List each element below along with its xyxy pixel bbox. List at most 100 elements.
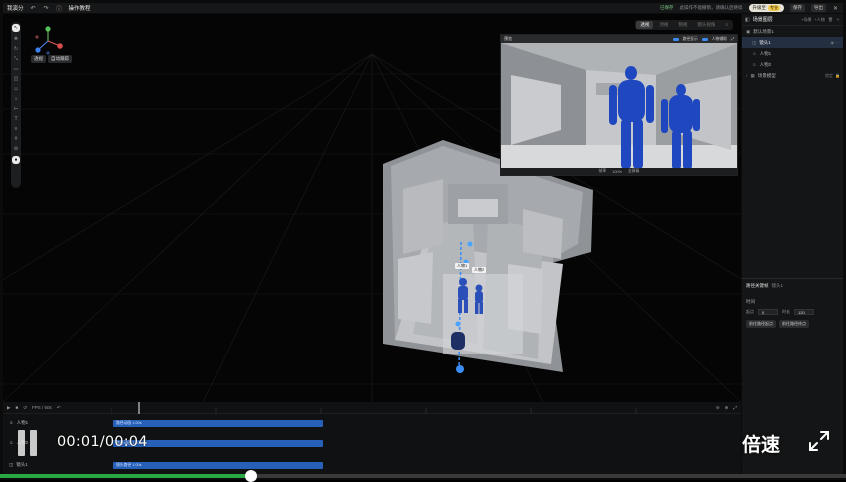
view-mode-switch: 透视 顶视 侧视 镜头视角 ≡ — [635, 20, 733, 30]
move-tool-icon[interactable]: ✥ — [13, 36, 19, 42]
chevron-right-icon[interactable]: › — [746, 73, 748, 78]
playback-speed-button[interactable]: 倍速 — [742, 430, 780, 457]
fps-label[interactable]: FPS / 60s — [32, 405, 52, 410]
autosave-status: 已保存 — [660, 5, 674, 10]
visibility-icon[interactable]: ◉ — [831, 40, 835, 45]
top-bar: 我演分 ↶ ↷ ⓘ 操作教程 已保存 此操作不能撤销，请确认后继续 升级至 专业… — [3, 3, 843, 13]
grid-tool-icon[interactable]: # — [13, 136, 19, 142]
tree-item-label: 人物1 — [759, 50, 772, 56]
tree-item-scene-model[interactable]: › ▦ 场景模型 锁定 🔒 — [742, 70, 843, 81]
undo-icon[interactable]: ↶ — [57, 405, 61, 411]
view-mode-camera[interactable]: 镜头视角 — [693, 21, 719, 29]
video-progress-bar[interactable] — [0, 470, 846, 482]
preview-footer-item[interactable]: 全屏幕 — [628, 169, 639, 174]
tutorial-link[interactable]: 操作教程 — [69, 4, 91, 12]
duration-input[interactable]: 120 — [794, 309, 814, 315]
layers-tool-icon[interactable]: ≡ — [13, 126, 19, 132]
right-panel: ◧ 场景图层 +场景 +人物 🗑 ＋ ▣ 默认场景1 ◫ 镜头1 ◉ ⋯ ☺ 人物… — [742, 14, 843, 476]
perspective-chip[interactable]: 透视 — [31, 55, 46, 63]
track-clip[interactable]: 路径动画 1.00s — [113, 419, 323, 427]
start-input[interactable]: 0 — [758, 309, 778, 315]
person-icon: ☺ — [9, 440, 14, 445]
delete-icon[interactable]: 🗑 — [828, 17, 833, 23]
axis-gizmo-icon[interactable] — [33, 26, 63, 56]
save-button[interactable]: 保存 — [790, 4, 805, 12]
view-mode-side[interactable]: 侧视 — [674, 21, 691, 29]
stop-icon[interactable]: ■ — [15, 405, 18, 410]
scale-tool-icon[interactable]: ⤡ — [13, 56, 19, 62]
pause-button[interactable] — [18, 430, 40, 456]
close-icon[interactable]: ✕ — [832, 5, 839, 12]
settings-tool-icon[interactable]: ⚙ — [13, 146, 19, 152]
export-button[interactable]: 导出 — [811, 4, 826, 12]
go-path-start-button[interactable]: 前往路径起点 — [746, 320, 776, 328]
preview-title: 预览 — [504, 36, 512, 41]
path-tool-icon[interactable]: 〰 — [13, 66, 19, 73]
select-tool-icon[interactable]: ↖ — [12, 24, 20, 32]
track-clip[interactable]: 镜头路径 1.00s — [113, 461, 323, 469]
record-tool-icon[interactable]: ● — [12, 156, 20, 164]
menu-icon[interactable]: ≡ — [721, 21, 732, 29]
path-toggle-label: 路径显示 — [682, 36, 698, 41]
more-icon[interactable]: ⋯ — [836, 40, 840, 45]
preview-toggles: 路径显示 人物辅助 ⤢ — [672, 36, 734, 42]
view-chips: 透视 自动跟踪 — [31, 55, 72, 63]
timeline-track[interactable]: ☺ 人物1 路径动画 1.00s — [3, 418, 741, 428]
add-person-button[interactable]: +人物 — [815, 17, 825, 23]
cube-icon: ▦ — [750, 72, 755, 78]
redo-icon[interactable]: ↷ — [43, 5, 50, 12]
person-tool-icon[interactable]: ☺ — [13, 86, 19, 92]
guide-toggle[interactable] — [701, 37, 708, 41]
3d-viewport[interactable]: 人物1 人物2 ↖ ✥ ↻ ⤡ 〰 ◫ ☺ ☼ ⊢ T ≡ # ⚙ ● 透视 自… — [3, 14, 741, 402]
expand-icon[interactable]: ⤢ — [731, 37, 734, 41]
camera-preview[interactable]: 预览 路径显示 人物辅助 ⤢ 帧率 100% 全屏幕 — [500, 34, 738, 176]
add-icon[interactable]: ＋ — [836, 17, 840, 23]
preview-footer-item[interactable]: 100% — [612, 170, 622, 174]
timeline-track[interactable]: ◫ 镜头1 镜头路径 1.00s — [3, 460, 741, 470]
video-progress-knob[interactable] — [245, 470, 258, 482]
upgrade-button[interactable]: 升级至 专业 — [748, 4, 784, 12]
view-mode-top[interactable]: 顶视 — [655, 21, 672, 29]
camera-preview-footer: 帧率 100% 全屏幕 — [501, 168, 737, 175]
light-tool-icon[interactable]: ☼ — [13, 96, 19, 102]
camera-icon: ◫ — [752, 39, 757, 45]
tree-item-person-1[interactable]: ☺ 人物1 — [742, 48, 843, 59]
help-icon[interactable]: ⓘ — [56, 5, 63, 13]
start-label: 起点 — [746, 309, 754, 314]
camera-tool-icon[interactable]: ◫ — [13, 76, 19, 82]
panel-toggle-icon[interactable]: ◧ — [745, 17, 750, 23]
pause-bar-icon — [30, 430, 37, 456]
camera-preview-render — [501, 35, 737, 175]
character-label-1[interactable]: 人物1 — [455, 263, 470, 269]
fullscreen-icon[interactable] — [808, 430, 830, 452]
preview-footer-item[interactable]: 帧率 — [599, 169, 607, 174]
duration-label: 时长 — [782, 309, 790, 314]
lock-icon[interactable]: 🔒 — [835, 73, 840, 79]
tree-item-label: 场景模型 — [757, 72, 776, 78]
add-scene-button[interactable]: +场景 — [801, 17, 811, 23]
pro-tag: 专业 — [768, 5, 780, 11]
view-mode-perspective[interactable]: 透视 — [636, 21, 654, 29]
tree-item-label: 人物2 — [759, 61, 772, 67]
loop-icon[interactable]: ↺ — [23, 405, 27, 411]
measure-tool-icon[interactable]: ⊢ — [13, 106, 19, 112]
character-label-2[interactable]: 人物2 — [472, 267, 487, 273]
person-icon: ☺ — [9, 420, 14, 425]
rotate-tool-icon[interactable]: ↻ — [13, 46, 19, 52]
track-name: 人物1 — [16, 420, 29, 425]
auto-follow-chip[interactable]: 自动跟踪 — [48, 55, 72, 63]
tree-item-camera[interactable]: ◫ 镜头1 ◉ ⋯ — [742, 37, 843, 48]
play-icon[interactable]: ▶ — [7, 405, 10, 411]
scene-tree-title: 场景图层 — [752, 17, 773, 23]
person-icon: ☺ — [752, 62, 757, 67]
path-toggle[interactable] — [672, 37, 679, 41]
timeline-ruler[interactable] — [111, 402, 741, 414]
go-path-end-button[interactable]: 前往路径终点 — [779, 320, 809, 328]
undo-icon[interactable]: ↶ — [30, 5, 37, 12]
text-tool-icon[interactable]: T — [13, 116, 19, 122]
tree-item-person-2[interactable]: ☺ 人物2 — [742, 59, 843, 70]
tree-item-default-scene[interactable]: ▣ 默认场景1 — [742, 26, 843, 37]
tree-item-label: 默认场景1 — [753, 28, 774, 34]
inspector-buttons: 前往路径起点 前往路径终点 — [746, 320, 839, 328]
inspector-subtitle: 镜头1 — [771, 283, 784, 288]
